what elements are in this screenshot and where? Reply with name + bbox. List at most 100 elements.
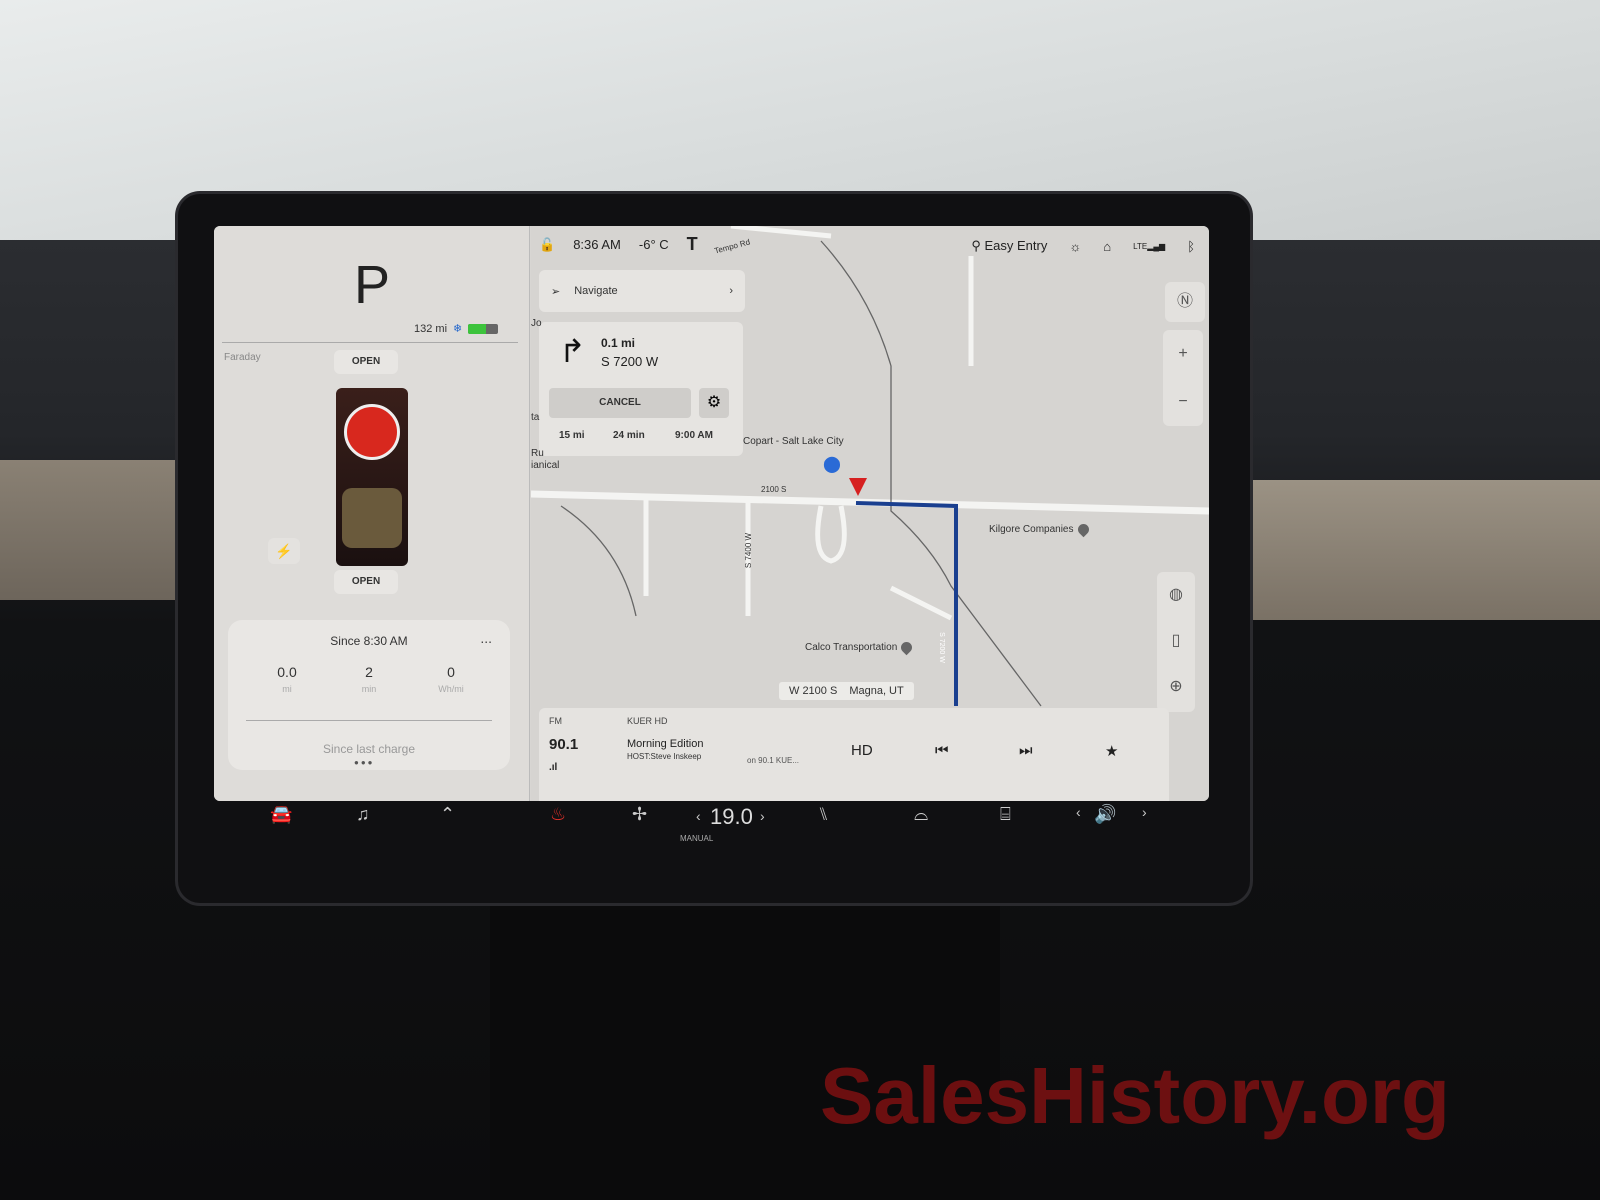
fan-icon[interactable]: ✢: [632, 804, 647, 825]
cabin-temperature: 19.0: [710, 804, 753, 829]
rear-defrost-icon[interactable]: ⌸: [1000, 804, 1011, 825]
street: W 2100 S: [789, 685, 838, 697]
volume-down-button[interactable]: ‹: [1076, 804, 1081, 820]
car-image: [336, 388, 408, 566]
brightness-icon[interactable]: ☼: [1069, 239, 1081, 254]
car-icon[interactable]: 🚘: [270, 804, 292, 825]
song-source: on 90.1 KUE...: [747, 756, 800, 765]
chevron-right-icon: ›: [729, 285, 733, 297]
poi-kilgore[interactable]: Kilgore Companies: [989, 521, 1091, 538]
zoom-in-button[interactable]: +: [1163, 330, 1203, 378]
volume-icon[interactable]: 🔊: [1094, 804, 1116, 825]
divider: [246, 720, 492, 721]
poi-label: Kilgore Companies: [989, 524, 1074, 536]
navigate-label: Navigate: [574, 285, 618, 297]
station-name: KUER HD: [627, 716, 668, 726]
bluetooth-icon[interactable]: ᛒ: [1187, 239, 1195, 254]
zoom-controls: + −: [1163, 330, 1203, 426]
front-defrost-icon[interactable]: ⌓: [914, 804, 928, 825]
temp-down-button[interactable]: ‹: [696, 808, 701, 824]
cancel-navigation-button[interactable]: CANCEL: [549, 388, 691, 418]
touchscreen: P 132 mi ❄ Faraday OPEN ⚡ OPEN Since 8:3…: [214, 226, 1209, 801]
compass-icon: Ⓝ: [1176, 293, 1193, 310]
map-pin-icon: [1075, 521, 1091, 538]
turn-distance: 0.1 mi: [601, 336, 636, 350]
star-icon: ★: [1105, 743, 1119, 760]
trip-efficiency: 0 Wh/mi: [416, 664, 486, 694]
navigate-search[interactable]: ➢ Navigate ›: [539, 270, 745, 312]
vehicle-marker: [849, 478, 867, 496]
dash-trim-left: [0, 460, 190, 600]
road-label: S 7200 W: [937, 632, 945, 663]
partial-label: ta: [531, 412, 540, 423]
homelink-icon[interactable]: ⌂: [1103, 239, 1111, 254]
range-text: 132 mi: [414, 322, 448, 335]
city: Magna, UT: [849, 685, 904, 697]
song-title: Morning Edition: [627, 738, 704, 750]
app-launcher-icon[interactable]: ⌃: [440, 804, 455, 825]
hd-icon: HD: [851, 742, 873, 759]
tesla-logo-icon[interactable]: T: [687, 234, 698, 255]
poi-copart[interactable]: Copart - Salt Lake City: [743, 436, 844, 447]
previous-button[interactable]: ⏮: [935, 742, 949, 759]
passenger-seat-icon[interactable]: ⑊: [818, 804, 829, 825]
stat-value: 0.0: [277, 664, 297, 680]
music-icon[interactable]: ♫: [356, 804, 370, 825]
temp-up-button[interactable]: ›: [760, 808, 765, 824]
map-layer-controls: ◍ ▯ ⊕: [1157, 572, 1195, 712]
network-label: LTE: [1133, 241, 1148, 251]
poi-label: Copart - Salt Lake City: [743, 436, 844, 447]
favorite-button[interactable]: ★: [1105, 742, 1118, 760]
person-icon: ⚲: [971, 238, 981, 253]
gear-indicator: P: [353, 255, 391, 315]
navigation-settings-button[interactable]: ⚙: [699, 388, 729, 418]
status-bar-right: ⚲ Easy Entry ☼ ⌂ LTE▂▄▆ ᛒ: [971, 238, 1195, 254]
volume-up-button[interactable]: ›: [1142, 804, 1147, 820]
since-last-charge[interactable]: Since last charge: [228, 742, 510, 756]
bottom-dock: 🚘 ♫ ⌃ ♨ ✢ ‹ 19.0 › MANUAL ⑊ ⌓ ⌸ ‹ 🔊 ›: [214, 800, 1209, 860]
next-icon: ⏭: [1019, 742, 1033, 759]
page-dots[interactable]: ●●●: [354, 758, 375, 767]
climate-mode: MANUAL: [680, 834, 714, 843]
snowflake-icon: ❄: [453, 323, 463, 335]
range-display: 132 mi ❄: [414, 322, 499, 335]
seat-heater-icon[interactable]: ♨: [550, 804, 566, 825]
lock-icon[interactable]: 🔓: [539, 237, 555, 253]
road-label: 2100 S: [761, 485, 787, 494]
shopping-pin-icon[interactable]: ⬤: [823, 454, 841, 474]
hd-radio-button[interactable]: HD: [851, 742, 873, 759]
dash-trim-right: [1235, 480, 1600, 620]
traffic-light-icon[interactable]: ▯: [1157, 618, 1195, 664]
watermark-logo: SalesHistory.org: [820, 1051, 1450, 1140]
gear-icon: ⚙: [706, 394, 722, 411]
poi-calco[interactable]: Calco Transportation: [805, 639, 915, 656]
map-pin-icon: [899, 639, 915, 656]
song-host: HOST:Steve Inskeep: [627, 752, 702, 761]
signal-icon: .ıl: [549, 762, 558, 773]
more-button[interactable]: ...: [480, 630, 492, 646]
divider: [222, 342, 518, 343]
globe-icon[interactable]: ◍: [1157, 572, 1195, 618]
next-button[interactable]: ⏭: [1019, 742, 1033, 759]
road: [889, 585, 953, 621]
profile-name: Easy Entry: [984, 238, 1048, 253]
charge-port-button[interactable]: ⚡: [268, 538, 300, 564]
car-status-panel: P 132 mi ❄ Faraday OPEN ⚡ OPEN Since 8:3…: [214, 226, 530, 801]
zoom-out-button[interactable]: −: [1163, 378, 1203, 426]
stat-value: 0: [447, 664, 455, 680]
open-trunk-button[interactable]: OPEN: [334, 570, 398, 594]
navigate-arrow-icon: ➢: [551, 285, 561, 298]
charging-icon[interactable]: ⊕: [1157, 664, 1195, 710]
open-frunk-button[interactable]: OPEN: [334, 350, 398, 374]
compass-button[interactable]: Ⓝ: [1165, 282, 1205, 322]
route-line: [855, 501, 958, 706]
status-bar-left: 🔓 8:36 AM -6° C T: [539, 234, 698, 255]
boundary-line: [820, 240, 1042, 707]
boundary-line: [560, 505, 637, 617]
driver-profile[interactable]: ⚲ Easy Entry: [971, 238, 1047, 254]
frequency: 90.1: [549, 736, 579, 753]
trip-distance: 0.0 mi: [252, 664, 322, 694]
turn-right-icon: ↱: [559, 333, 586, 369]
map-view[interactable]: 🔓 8:36 AM -6° C T ⚲ Easy Entry ☼ ⌂ LTE▂▄…: [531, 226, 1209, 801]
stat-unit: mi: [282, 684, 292, 694]
